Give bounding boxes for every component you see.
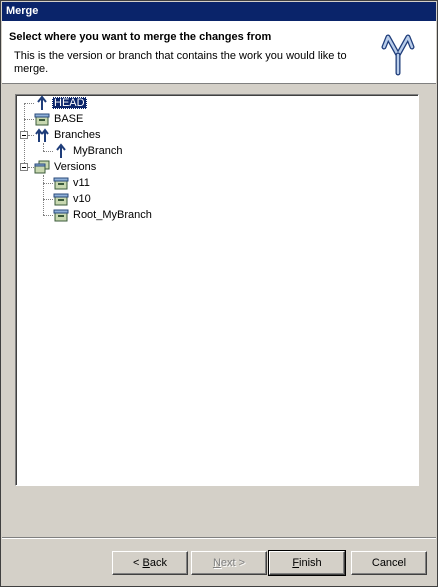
- tree-node-versions[interactable]: Versions: [34, 160, 98, 174]
- back-button[interactable]: < Back: [112, 551, 188, 575]
- tree-line: [43, 199, 53, 200]
- tree-line: [43, 151, 53, 152]
- next-button[interactable]: Next >: [191, 551, 267, 575]
- tree-node-branches[interactable]: Branches: [34, 128, 102, 142]
- tree-node-label: BASE: [54, 113, 84, 125]
- finish-button[interactable]: Finish: [268, 550, 346, 576]
- tree-node-label: Branches: [54, 129, 101, 141]
- tree-line: [43, 183, 53, 184]
- collapse-versions-toggle[interactable]: [20, 163, 28, 171]
- tree-node-label: v11: [73, 177, 90, 189]
- versions-folder-icon: [34, 160, 50, 174]
- wizard-header: Select where you want to merge the chang…: [2, 21, 436, 84]
- tree-line: [43, 143, 44, 151]
- tree-node-label: Root_MyBranch: [73, 209, 152, 221]
- cancel-button[interactable]: Cancel: [351, 551, 427, 575]
- tree-node-mybranch[interactable]: MyBranch: [53, 143, 125, 158]
- merge-arrows-icon: [381, 34, 415, 76]
- version-box-icon: [53, 209, 69, 222]
- tree-node-root-mybranch[interactable]: Root_MyBranch: [53, 208, 154, 222]
- version-box-icon: [53, 193, 69, 206]
- title-bar[interactable]: Merge: [2, 2, 436, 21]
- tree-line: [43, 175, 44, 215]
- version-box-icon: [34, 113, 50, 126]
- page-description: This is the version or branch that conta…: [14, 50, 347, 75]
- page-title: Select where you want to merge the chang…: [9, 31, 272, 43]
- tree-line: [43, 215, 53, 216]
- tree-node-v11[interactable]: v11: [53, 176, 92, 190]
- branches-folder-icon: [35, 128, 49, 142]
- tree-line: [24, 119, 34, 120]
- tree-node-base[interactable]: BASE: [34, 112, 85, 126]
- merge-dialog: Merge Select where you want to merge the…: [0, 0, 438, 587]
- tree-node-label: HEAD: [52, 97, 87, 109]
- merge-source-tree[interactable]: HEAD BASE Branches MyBranch Versions v11…: [15, 94, 419, 486]
- tree-node-v10[interactable]: v10: [53, 192, 93, 206]
- tree-node-head[interactable]: HEAD: [34, 95, 87, 110]
- button-separator: [2, 537, 436, 539]
- tree-node-label: Versions: [54, 161, 97, 173]
- tree-node-label: MyBranch: [73, 145, 123, 157]
- branch-arrow-icon: [37, 95, 47, 110]
- collapse-branches-toggle[interactable]: [20, 131, 28, 139]
- window-title: Merge: [6, 5, 39, 17]
- tree-line: [24, 103, 34, 104]
- tree-node-label: v10: [73, 193, 91, 205]
- version-box-icon: [53, 177, 69, 190]
- branch-arrow-icon: [56, 143, 66, 158]
